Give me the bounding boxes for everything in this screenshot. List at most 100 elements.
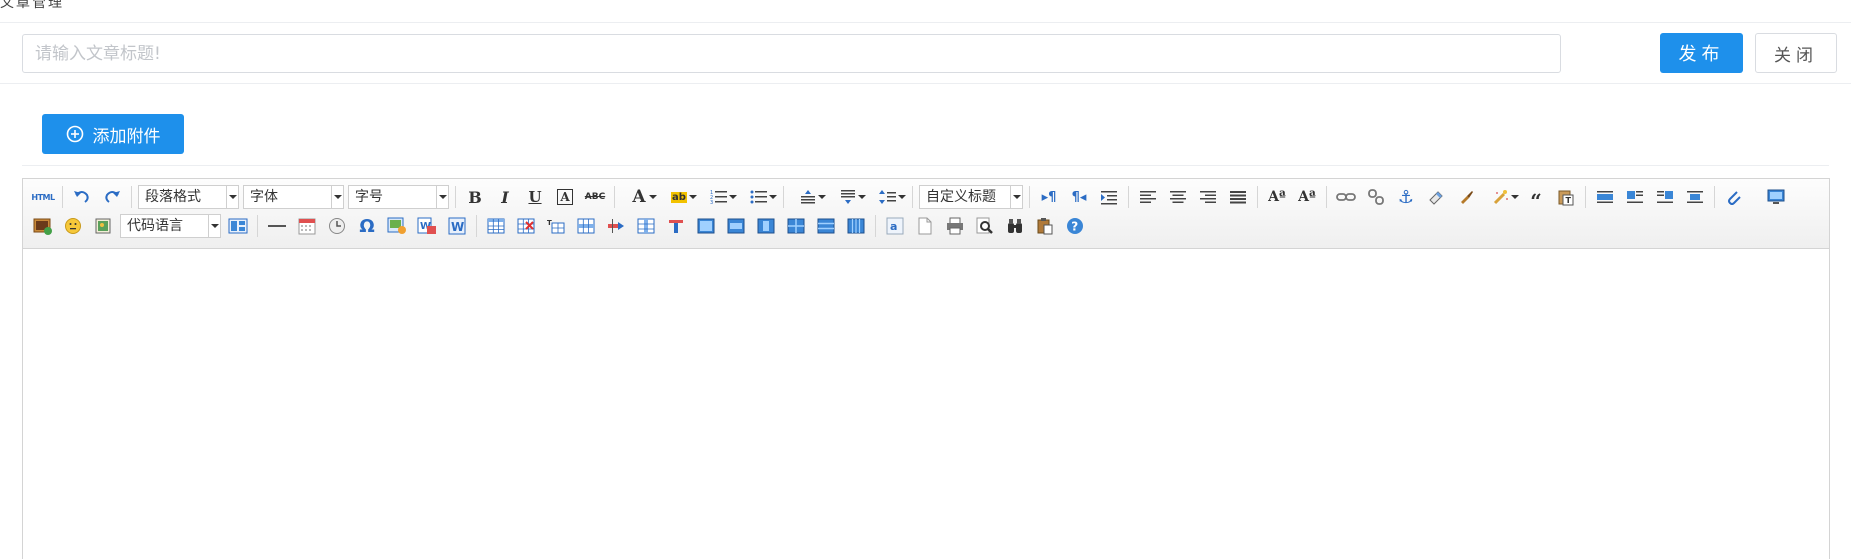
image-right-button[interactable] bbox=[1652, 185, 1678, 209]
char-count-button[interactable]: a bbox=[882, 214, 908, 238]
case-upper-icon: Aª bbox=[1268, 189, 1286, 205]
underline-button[interactable]: U bbox=[522, 185, 548, 209]
publish-button[interactable]: 发布 bbox=[1660, 33, 1743, 73]
font-border-button[interactable]: A bbox=[552, 185, 578, 209]
unlink-button[interactable] bbox=[1363, 185, 1389, 209]
auto-format-icon bbox=[1493, 190, 1508, 205]
attachment-button[interactable] bbox=[1721, 185, 1747, 209]
delete-table-icon bbox=[517, 218, 535, 234]
image-left-button[interactable] bbox=[1622, 185, 1648, 209]
image-none-button[interactable] bbox=[1592, 185, 1618, 209]
paste-plain-button[interactable]: T bbox=[1553, 185, 1579, 209]
split-cols-button[interactable] bbox=[843, 214, 869, 238]
add-attachment-button[interactable]: 添加附件 bbox=[42, 114, 184, 154]
merge-cells-button[interactable] bbox=[693, 214, 719, 238]
table-button[interactable] bbox=[483, 214, 509, 238]
insert-image-button[interactable] bbox=[30, 214, 56, 238]
time-icon bbox=[329, 218, 345, 234]
auto-format-button[interactable] bbox=[1483, 185, 1519, 209]
close-button[interactable]: 关闭 bbox=[1755, 33, 1837, 73]
italic-button[interactable]: I bbox=[492, 185, 518, 209]
font-color-button[interactable]: A bbox=[621, 185, 657, 209]
anchor-button[interactable]: ⚓ bbox=[1393, 185, 1419, 209]
format-brush-icon bbox=[1461, 191, 1473, 204]
chevron-down-icon bbox=[818, 195, 826, 199]
row-spacing-bottom-button[interactable] bbox=[830, 185, 866, 209]
word-icon: W bbox=[448, 217, 466, 235]
special-char-button[interactable]: Ω bbox=[354, 214, 380, 238]
drafts-button[interactable] bbox=[1032, 214, 1058, 238]
image-center-button[interactable] bbox=[1682, 185, 1708, 209]
custom-title-select[interactable]: 自定义标题 bbox=[919, 185, 1023, 209]
redo-button[interactable] bbox=[99, 185, 125, 209]
word-image-button[interactable] bbox=[384, 214, 410, 238]
wordimage-button[interactable]: W bbox=[414, 214, 440, 238]
print-icon bbox=[947, 217, 963, 235]
scrawl-button[interactable] bbox=[90, 214, 116, 238]
align-center-icon bbox=[1170, 191, 1186, 203]
case-lower-button[interactable]: Aª bbox=[1294, 185, 1320, 209]
help-icon: ? bbox=[1067, 218, 1083, 234]
editor-content-area[interactable] bbox=[23, 249, 1829, 560]
ltr-button[interactable]: ▸¶ bbox=[1036, 185, 1062, 209]
paragraph-format-select[interactable]: 段落格式 bbox=[138, 185, 239, 209]
format-brush-button[interactable] bbox=[1453, 185, 1479, 209]
anchor-icon: ⚓ bbox=[1397, 186, 1415, 208]
article-title-input[interactable] bbox=[22, 34, 1561, 73]
insert-caption-icon: T bbox=[547, 219, 565, 234]
toolbar-separator bbox=[131, 186, 132, 208]
highlight-button[interactable]: ab bbox=[661, 185, 697, 209]
word-button[interactable]: W bbox=[444, 214, 470, 238]
insert-caption-button[interactable]: T bbox=[543, 214, 569, 238]
source-button[interactable]: HTML bbox=[30, 185, 56, 209]
align-left-button[interactable] bbox=[1135, 185, 1161, 209]
code-language-select[interactable]: 代码语言 bbox=[120, 214, 221, 238]
undo-button[interactable] bbox=[69, 185, 95, 209]
bold-button[interactable]: B bbox=[462, 185, 488, 209]
insert-row-button[interactable] bbox=[573, 214, 599, 238]
indent-button[interactable] bbox=[1096, 185, 1122, 209]
font-size-select[interactable]: 字号 bbox=[348, 185, 449, 209]
search-replace-button[interactable] bbox=[1002, 214, 1028, 238]
font-family-select[interactable]: 字体 bbox=[243, 185, 344, 209]
date-button[interactable] bbox=[294, 214, 320, 238]
align-justify-button[interactable] bbox=[1225, 185, 1251, 209]
merge-down-button[interactable] bbox=[753, 214, 779, 238]
ordered-list-button[interactable]: 123 bbox=[701, 185, 737, 209]
strikethrough-button[interactable]: ABC bbox=[582, 185, 608, 209]
preview-search-button[interactable] bbox=[972, 214, 998, 238]
merge-cells-icon bbox=[697, 218, 715, 234]
link-button[interactable] bbox=[1333, 185, 1359, 209]
split-rows-button[interactable] bbox=[813, 214, 839, 238]
redo-icon bbox=[105, 191, 120, 203]
help-button[interactable]: ? bbox=[1062, 214, 1088, 238]
split-cells-button[interactable] bbox=[783, 214, 809, 238]
blockquote-button[interactable]: “ bbox=[1523, 185, 1549, 211]
time-button[interactable] bbox=[324, 214, 350, 238]
preview-button[interactable] bbox=[1763, 185, 1789, 209]
align-right-button[interactable] bbox=[1195, 185, 1221, 209]
row-spacing-top-button[interactable] bbox=[790, 185, 826, 209]
split-cells-icon bbox=[787, 218, 805, 234]
delete-col-button[interactable] bbox=[663, 214, 689, 238]
delete-table-button[interactable] bbox=[513, 214, 539, 238]
print-button[interactable] bbox=[942, 214, 968, 238]
line-height-button[interactable] bbox=[870, 185, 906, 209]
unordered-list-button[interactable] bbox=[741, 185, 777, 209]
chevron-down-icon bbox=[208, 215, 220, 237]
template-button[interactable] bbox=[225, 214, 251, 238]
page-break-button[interactable] bbox=[912, 214, 938, 238]
case-upper-button[interactable]: Aª bbox=[1264, 185, 1290, 209]
toolbar-separator bbox=[62, 186, 63, 208]
delete-row-button[interactable] bbox=[603, 214, 629, 238]
horizontal-rule-button[interactable] bbox=[264, 214, 290, 238]
insert-col-button[interactable] bbox=[633, 214, 659, 238]
align-center-button[interactable] bbox=[1165, 185, 1191, 209]
merge-right-button[interactable] bbox=[723, 214, 749, 238]
svg-text:3: 3 bbox=[710, 200, 713, 205]
emotion-button[interactable] bbox=[60, 214, 86, 238]
toolbar-separator bbox=[257, 215, 258, 237]
eraser-button[interactable] bbox=[1423, 185, 1449, 209]
rtl-button[interactable]: ¶◂ bbox=[1066, 185, 1092, 209]
strikethrough-icon: ABC bbox=[584, 192, 606, 202]
